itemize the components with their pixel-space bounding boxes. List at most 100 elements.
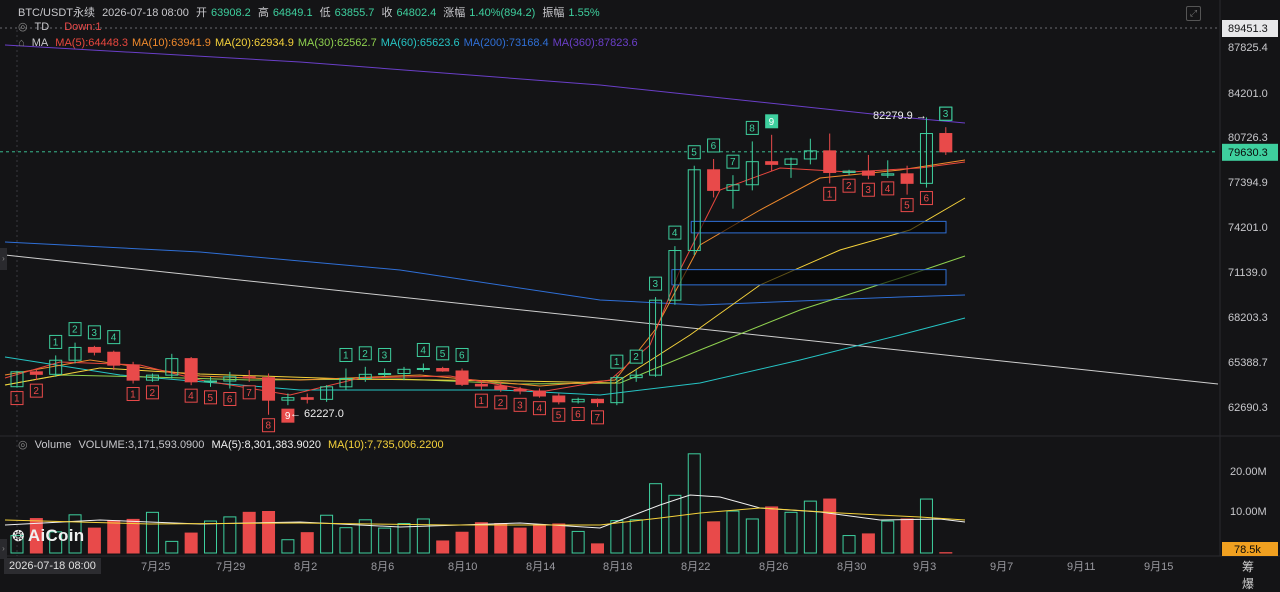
date-tick-label: 8月14 bbox=[526, 561, 555, 573]
candle-body bbox=[592, 399, 604, 402]
price-tick-label: 84201.0 bbox=[1228, 88, 1268, 100]
date-tick-label: 9月3 bbox=[913, 561, 936, 573]
volume-bar bbox=[379, 528, 391, 553]
date-tick-label: 8月18 bbox=[603, 561, 632, 573]
price-tick-label: 77394.9 bbox=[1228, 177, 1268, 189]
td-count-text: 7 bbox=[246, 388, 252, 399]
td-count-text: 3 bbox=[517, 400, 523, 411]
change-label: 涨幅 bbox=[443, 7, 465, 19]
candle-body bbox=[708, 170, 720, 191]
volume-bar bbox=[243, 512, 255, 553]
td-count-text: 6 bbox=[923, 194, 929, 205]
td-count-text: 3 bbox=[91, 328, 97, 339]
volume-bar bbox=[592, 544, 604, 553]
volume-bar bbox=[224, 517, 236, 553]
td-count-text: 1 bbox=[130, 389, 136, 400]
volume-bar bbox=[514, 528, 526, 553]
footer-tools[interactable]: 筹 爆 bbox=[1242, 558, 1280, 592]
candle-body bbox=[495, 386, 507, 389]
price-tick-label: 68203.3 bbox=[1228, 312, 1268, 324]
ma360-line bbox=[5, 45, 965, 123]
volume-tick-label: 20.00M bbox=[1230, 466, 1267, 478]
td-count-text: 4 bbox=[111, 333, 117, 344]
ma-legend-item: MA(360):87823.6 bbox=[553, 37, 638, 49]
volume-header: ◎ Volume VOLUME:3,171,593.0900 MA(5):8,3… bbox=[18, 438, 448, 451]
aicoin-logo: ❂AiCoin bbox=[12, 526, 84, 546]
volume-ma5: MA(5):8,301,383.9020 bbox=[211, 439, 320, 451]
td-count-text: 6 bbox=[575, 410, 581, 421]
td-count-text: 5 bbox=[440, 349, 446, 360]
td-count-text: 2 bbox=[362, 349, 368, 360]
td-count-text: 2 bbox=[72, 325, 78, 336]
aicoin-logo-icon: ❂ bbox=[12, 528, 25, 545]
date-tick-label: 8月26 bbox=[759, 561, 788, 573]
candle-body bbox=[263, 378, 275, 401]
volume-bar bbox=[146, 512, 158, 553]
ma-header[interactable]: ⌂ MA MA(5):64448.3MA(10):63941.9MA(20):6… bbox=[18, 37, 646, 49]
candle-body bbox=[108, 352, 120, 365]
amp-label: 振幅 bbox=[542, 7, 564, 19]
td-count-text: 3 bbox=[653, 279, 659, 290]
candle-body bbox=[862, 171, 874, 175]
volume-bar bbox=[456, 532, 468, 553]
td-count-text: 5 bbox=[904, 201, 910, 212]
left-drag-handle[interactable]: › bbox=[0, 248, 7, 270]
price-tick-label: 62690.3 bbox=[1228, 402, 1268, 414]
date-tick-label: 9月11 bbox=[1067, 561, 1096, 573]
candle-body bbox=[88, 347, 100, 352]
td-header[interactable]: ◎ TD Down:1 bbox=[18, 20, 106, 33]
td-value: Down:1 bbox=[64, 21, 101, 33]
ma-legend-item: MA(60):65623.6 bbox=[381, 37, 460, 49]
td-count-text: 3 bbox=[865, 185, 871, 196]
td-count-text: 1 bbox=[53, 337, 59, 348]
td-count-text: 6 bbox=[459, 350, 465, 361]
current-price-tag-text: 79630.3 bbox=[1228, 147, 1268, 159]
lock-icon[interactable]: ⌂ bbox=[18, 37, 25, 49]
candle-body bbox=[553, 396, 565, 402]
volume-bar bbox=[185, 533, 197, 553]
ma60-line bbox=[5, 318, 965, 395]
td-count-text: 6 bbox=[711, 141, 717, 152]
expand-icon[interactable]: ⤢ bbox=[1186, 6, 1201, 21]
price-tick-label: 80726.3 bbox=[1228, 132, 1268, 144]
volume-bar bbox=[340, 528, 352, 553]
candle-body bbox=[30, 372, 42, 375]
td-label: TD bbox=[34, 21, 49, 33]
td-count-text: 3 bbox=[382, 350, 388, 361]
ma-label: MA bbox=[32, 37, 49, 49]
volume-value: VOLUME:3,171,593.0900 bbox=[78, 439, 204, 451]
candle-body bbox=[824, 151, 836, 173]
td-count-text: 4 bbox=[420, 345, 426, 356]
td-count-text: 8 bbox=[749, 123, 755, 134]
td-count-text: 2 bbox=[633, 352, 639, 363]
eye-icon-volume[interactable]: ◎ bbox=[18, 439, 28, 451]
eye-icon[interactable]: ◎ bbox=[18, 21, 28, 33]
candle-body bbox=[379, 373, 391, 374]
candle-body bbox=[766, 162, 778, 165]
symbol-label: BTC/USDT永续 bbox=[18, 7, 95, 19]
volume-bar bbox=[688, 454, 700, 553]
candle-body bbox=[205, 381, 217, 382]
date-tick-label: 7月29 bbox=[216, 561, 245, 573]
ohlc-header: BTC/USDT永续 2026-07-18 08:00 开63908.2 高64… bbox=[18, 4, 604, 20]
date-tick-label: 8月22 bbox=[681, 561, 710, 573]
high-label: 高 bbox=[258, 7, 269, 19]
volume-bar bbox=[166, 541, 178, 553]
close-label: 收 bbox=[381, 7, 392, 19]
volume-bar bbox=[862, 534, 874, 553]
td-count-text: 5 bbox=[556, 410, 562, 421]
td-count-text: 3 bbox=[943, 109, 949, 120]
price-chart[interactable]: 87825.484201.080726.377394.974201.071139… bbox=[0, 0, 1280, 576]
price-tick-label: 74201.0 bbox=[1228, 222, 1268, 234]
volume-bar bbox=[417, 519, 429, 553]
ma-legend-item: MA(200):73168.4 bbox=[464, 37, 549, 49]
volume-bar bbox=[88, 528, 100, 553]
td-count-text: 1 bbox=[343, 350, 349, 361]
left-drag-handle-lower[interactable]: › bbox=[0, 539, 7, 559]
ma-legend-item: MA(20):62934.9 bbox=[215, 37, 294, 49]
td-count-text: 2 bbox=[498, 398, 504, 409]
volume-bar bbox=[127, 519, 139, 553]
volume-bar bbox=[475, 523, 487, 553]
volume-bar bbox=[843, 536, 855, 553]
candle-body bbox=[185, 359, 197, 382]
